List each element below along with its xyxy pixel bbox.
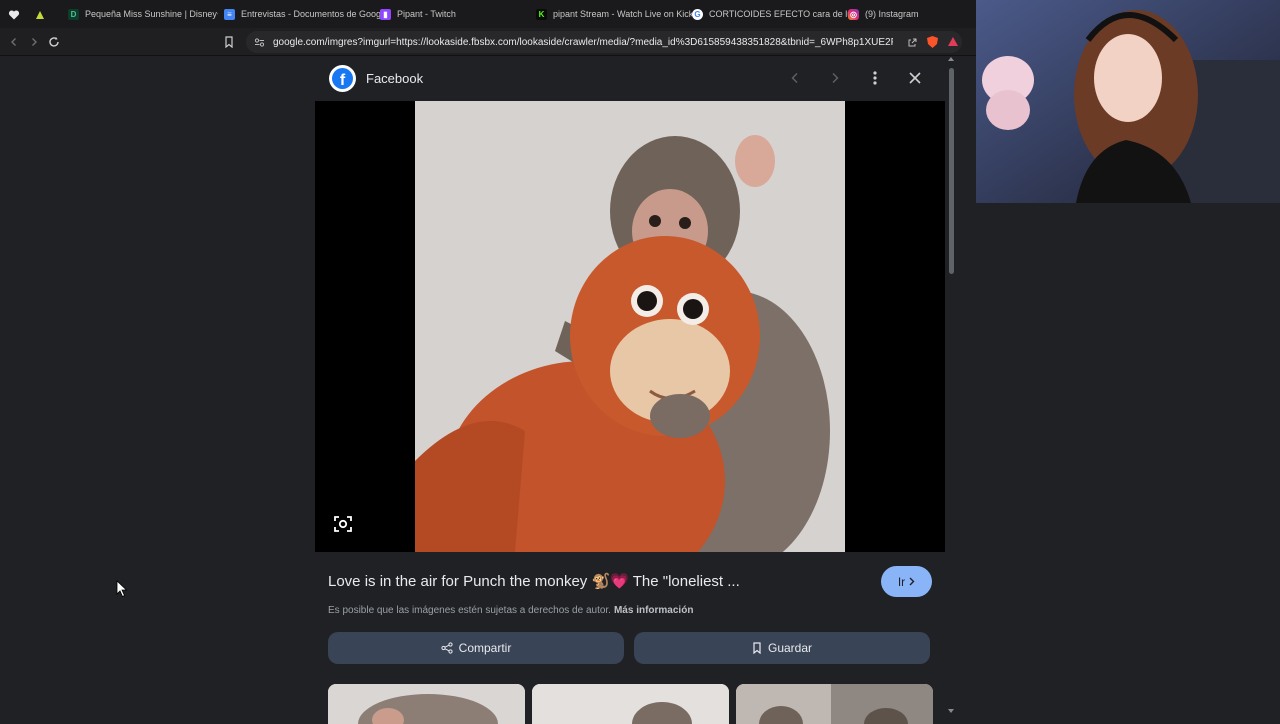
lens-search-icon[interactable]	[333, 514, 353, 534]
webcam-overlay	[976, 0, 1280, 203]
reload-button[interactable]	[44, 32, 64, 52]
extension-icon[interactable]	[34, 8, 46, 20]
tab-twitch[interactable]: ▮ Pipant - Twitch	[380, 0, 536, 28]
chevron-right-icon	[832, 73, 839, 83]
share-label: Compartir	[458, 641, 512, 655]
save-button[interactable]: Guardar	[634, 632, 930, 664]
bookmark-icon	[225, 36, 233, 48]
previous-button[interactable]	[784, 67, 806, 89]
bookmark-icon	[753, 642, 761, 654]
related-image-thumbnail[interactable]	[328, 684, 525, 724]
tab-label: pipant Stream - Watch Live on Kick	[553, 9, 692, 19]
twitch-icon: ▮	[380, 8, 391, 20]
brave-shield-icon[interactable]	[926, 35, 939, 49]
save-label: Guardar	[767, 641, 813, 655]
forward-icon	[32, 37, 37, 46]
share-icon	[441, 642, 453, 654]
back-button[interactable]	[4, 32, 24, 52]
disney-icon: D	[68, 8, 79, 20]
chevron-right-icon	[909, 577, 915, 586]
source-name[interactable]: Facebook	[366, 71, 423, 86]
share-button[interactable]: Compartir	[328, 632, 624, 664]
stream-background	[976, 203, 1280, 720]
scroll-up-icon[interactable]	[947, 56, 955, 62]
tab-instagram[interactable]: ◎ (9) Instagram	[848, 0, 968, 28]
kick-icon: K	[536, 8, 547, 20]
address-bar: google.com/imgres?imgurl=https://lookasi…	[0, 28, 976, 56]
tab-label: (9) Instagram	[865, 9, 919, 19]
related-images	[328, 684, 933, 724]
chevron-left-icon	[791, 73, 798, 83]
more-options-button[interactable]	[864, 67, 886, 89]
tab-label: Pequeña Miss Sunshine | Disney+	[85, 9, 218, 19]
visit-button[interactable]: Ir	[881, 566, 932, 597]
close-icon	[909, 72, 921, 84]
url-field[interactable]: google.com/imgres?imgurl=https://lookasi…	[246, 31, 962, 53]
tab-label: CORTICOIDES EFECTO cara de luna	[709, 9, 848, 19]
google-icon: G	[692, 8, 703, 20]
page-content: f Facebook Love is in the air for Punch …	[0, 56, 976, 724]
viewer-header: f Facebook	[315, 56, 945, 101]
image-title[interactable]: Love is in the air for Punch the monkey …	[328, 572, 740, 590]
tab-label: Entrevistas - Documentos de Goog	[241, 9, 380, 19]
visit-label: Ir	[897, 574, 906, 589]
bookmark-button[interactable]	[219, 32, 239, 52]
related-image-thumbnail[interactable]	[736, 684, 933, 724]
url-text: google.com/imgres?imgurl=https://lookasi…	[273, 36, 893, 48]
back-icon	[11, 37, 16, 46]
scrollbar[interactable]	[946, 56, 956, 720]
brave-rewards-icon[interactable]	[947, 36, 959, 48]
reload-icon	[49, 36, 59, 47]
docs-icon: ≡	[224, 8, 235, 20]
image-viewer-panel: f Facebook Love is in the air for Punch …	[315, 56, 945, 724]
site-settings-icon[interactable]	[254, 37, 265, 48]
tab-docs[interactable]: ≡ Entrevistas - Documentos de Goog	[224, 0, 380, 28]
scroll-down-icon[interactable]	[947, 708, 955, 714]
copyright-text: Es posible que las imágenes estén sujeta…	[328, 605, 611, 616]
instagram-icon: ◎	[848, 8, 859, 20]
heart-icon[interactable]	[8, 8, 20, 20]
copyright-notice: Es posible que las imágenes estén sujeta…	[328, 605, 693, 616]
monkey-photo	[415, 101, 845, 552]
tab-disney[interactable]: D Pequeña Miss Sunshine | Disney+	[68, 0, 218, 28]
close-button[interactable]	[904, 67, 926, 89]
facebook-icon: f	[329, 65, 356, 92]
tab-google-search[interactable]: G CORTICOIDES EFECTO cara de luna	[692, 0, 848, 28]
tab-bar: D Pequeña Miss Sunshine | Disney+ ≡ Entr…	[0, 0, 976, 28]
forward-button[interactable]	[24, 32, 44, 52]
scroll-thumb[interactable]	[949, 68, 954, 274]
mouse-cursor-icon	[116, 580, 128, 598]
more-info-link[interactable]: Más información	[614, 605, 693, 616]
image-preview[interactable]	[315, 101, 945, 552]
share-page-icon[interactable]	[907, 37, 918, 48]
tab-kick[interactable]: K pipant Stream - Watch Live on Kick	[536, 0, 692, 28]
related-image-thumbnail[interactable]	[532, 684, 729, 724]
tab-label: Pipant - Twitch	[397, 9, 456, 19]
more-vert-icon	[873, 71, 877, 85]
next-button[interactable]	[824, 67, 846, 89]
